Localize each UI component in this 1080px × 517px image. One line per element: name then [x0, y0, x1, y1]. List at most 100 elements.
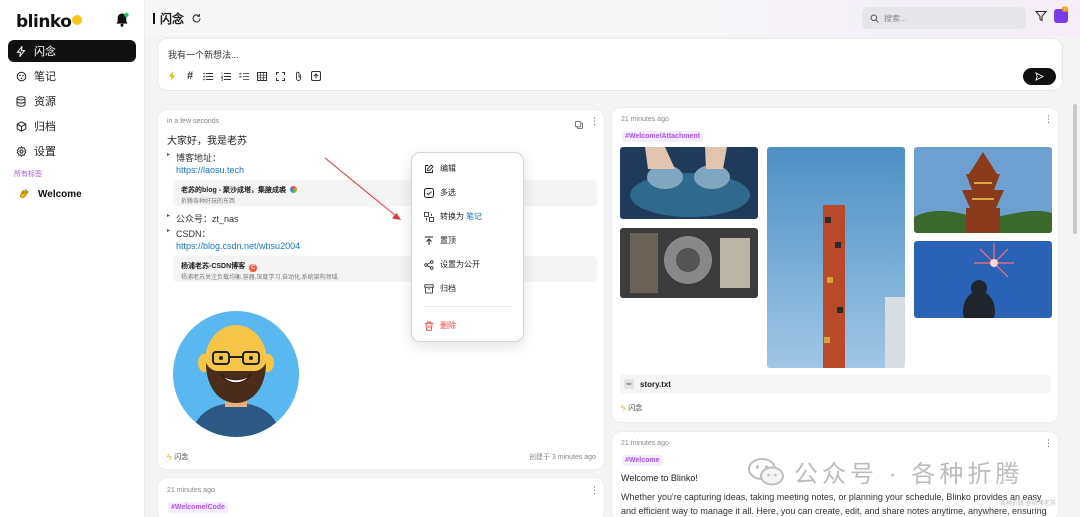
fullscreen-icon[interactable] [275, 71, 285, 81]
link-preview-csdn[interactable]: 杨浦老苏-CSDN博客 C 杨浦老苏关注负载均衡,容器,深度学习,自动化,系统架… [173, 256, 597, 282]
pin-top-icon [424, 236, 434, 246]
bullet-list-icon[interactable] [203, 71, 213, 81]
menu-divider [424, 306, 512, 307]
app-logo[interactable]: blinko [16, 12, 83, 32]
gear-icon [14, 144, 28, 158]
menu-item-multi-select[interactable]: 多选 [424, 187, 456, 198]
archive-icon [14, 119, 28, 133]
refresh-icon[interactable] [191, 13, 202, 24]
send-button[interactable] [1023, 68, 1056, 85]
menu-item-pin[interactable]: 置顶 [424, 235, 456, 246]
preview-description: 杨浦老苏关注负载均衡,容器,深度学习,自动化,系统架构领域. [181, 275, 340, 281]
composer-input[interactable]: 我有一个新想法... [168, 48, 239, 61]
sidebar: blinko 闪念 笔记 资源 归档 设置 所有标签 Welcome [0, 0, 145, 517]
hashtag-icon[interactable]: # [185, 70, 195, 82]
preview-title: 老苏的blog - 聚沙成塔，集腋成裘 [181, 185, 297, 195]
note-card[interactable]: 21 minutes ago ⋮ #Welcome/Code [157, 477, 605, 517]
bell-icon[interactable] [114, 12, 132, 30]
preview-title: 杨浦老苏-CSDN博客 C [181, 263, 258, 272]
tag-label: Welcome [38, 189, 82, 200]
bolt-icon: ϟ [621, 403, 626, 413]
csdn-label: CSDN： [167, 227, 210, 240]
note-card[interactable]: 21 minutes ago ⋮ #Welcome/Attachment txt… [611, 107, 1059, 423]
scrollbar[interactable] [1073, 104, 1077, 234]
sidebar-item-archive[interactable]: 归档 [8, 115, 136, 137]
attachment-image-tower[interactable] [767, 147, 905, 368]
note-title: Welcome to Blinko! [621, 473, 698, 483]
sidebar-item-label: 设置 [34, 146, 56, 158]
send-icon [1035, 72, 1044, 81]
archive-box-icon [424, 283, 434, 294]
more-options-icon[interactable]: ⋮ [590, 485, 599, 496]
note-text: 大家好，我是老苏 [167, 136, 247, 147]
note-timestamp: 21 minutes ago [621, 116, 669, 123]
note-body: Whether you're capturing ideas, taking m… [621, 492, 1047, 516]
waving-hand-icon [18, 187, 30, 202]
sidebar-tag-welcome[interactable]: Welcome [18, 187, 82, 202]
convert-icon [424, 211, 434, 222]
more-options-icon[interactable]: ⋮ [1044, 438, 1053, 449]
sidebar-item-label: 闪念 [34, 46, 56, 58]
search-icon [870, 14, 879, 23]
upload-icon[interactable] [311, 71, 321, 81]
note-timestamp: 21 minutes ago [621, 440, 669, 447]
note-hashtag[interactable]: #Welcome/Code [168, 502, 228, 513]
search-input[interactable]: 搜索... [862, 7, 1026, 29]
attachment-image-engine[interactable] [620, 228, 758, 298]
menu-item-convert[interactable]: 转换为 笔记 [424, 211, 482, 222]
text-file-icon: txt [624, 379, 634, 389]
note-hashtag[interactable]: #Welcome/Attachment [622, 131, 703, 142]
search-placeholder: 搜索... [884, 13, 907, 23]
title-bar [153, 13, 155, 24]
avatar-image[interactable] [173, 311, 299, 437]
logo-badge [72, 15, 83, 25]
watermark-text: 公众号 · 各种折腾 [794, 461, 1024, 488]
menu-item-delete[interactable]: 删除 [424, 320, 456, 331]
copy-icon[interactable] [575, 118, 583, 132]
sidebar-item-resources[interactable]: 资源 [8, 90, 136, 112]
page-title: 闪念 [153, 10, 202, 27]
sidebar-nav: 闪念 笔记 资源 归档 设置 [8, 40, 136, 165]
blog-label: 博客地址： [167, 151, 221, 164]
menu-item-edit[interactable]: 编辑 [424, 163, 456, 174]
note-icon [14, 69, 28, 83]
blog-link[interactable]: https://laosu.tech [176, 165, 244, 175]
link-preview-blog[interactable]: 老苏的blog - 聚沙成塔，集腋成裘 折腾各种好玩的东西 [173, 180, 597, 206]
more-options-icon[interactable]: ⋮ [590, 116, 599, 127]
note-hashtag[interactable]: #Welcome [622, 455, 663, 466]
file-name: story.txt [640, 379, 671, 389]
attachment-file[interactable]: txt story.txt [620, 374, 1051, 394]
sidebar-item-settings[interactable]: 设置 [8, 140, 136, 162]
sidebar-item-notes[interactable]: 笔记 [8, 65, 136, 87]
watermark-small: 各种折腾 @杨浦老苏 [1000, 501, 1056, 507]
note-card[interactable]: in a few seconds ⋮ 大家好，我是老苏 博客地址： https:… [157, 109, 605, 470]
trash-icon [424, 321, 434, 331]
csdn-logo-icon: C [249, 264, 258, 272]
csdn-link[interactable]: https://blog.csdn.net/wbsu2004 [176, 241, 300, 251]
note-tag[interactable]: ϟ 闪念 [621, 403, 642, 413]
attachment-image-fireworks[interactable] [914, 241, 1052, 318]
wechat-icon [748, 457, 784, 485]
attachment-image-pagoda[interactable] [914, 147, 1052, 233]
menu-item-make-public[interactable]: 设置为公开 [424, 259, 480, 270]
watermark: 公众号 · 各种折腾 [748, 454, 1023, 489]
wechat-label: 公众号：zt_nas [167, 212, 238, 225]
checklist-icon[interactable] [239, 71, 249, 81]
note-tag[interactable]: ϟ 闪念 [167, 452, 188, 462]
table-icon[interactable] [257, 71, 267, 81]
bolt-icon[interactable] [167, 71, 177, 81]
ordered-list-icon[interactable] [221, 71, 231, 81]
menu-item-archive[interactable]: 归档 [424, 283, 456, 294]
tags-section-label: 所有标签 [14, 171, 42, 178]
notification-badge: 7 [1062, 6, 1068, 12]
filter-icon[interactable] [1034, 10, 1048, 25]
preview-description: 折腾各种好玩的东西 [181, 199, 236, 205]
attachment-icon[interactable] [293, 71, 303, 81]
sidebar-item-label: 归档 [34, 121, 56, 133]
edit-icon [424, 163, 434, 174]
more-options-icon[interactable]: ⋮ [1044, 114, 1053, 125]
composer-toolbar: # [167, 70, 321, 82]
sidebar-item-flash[interactable]: 闪念 [8, 40, 136, 62]
attachment-image-hands[interactable] [620, 147, 758, 219]
note-composer[interactable]: 我有一个新想法... # [157, 38, 1063, 91]
